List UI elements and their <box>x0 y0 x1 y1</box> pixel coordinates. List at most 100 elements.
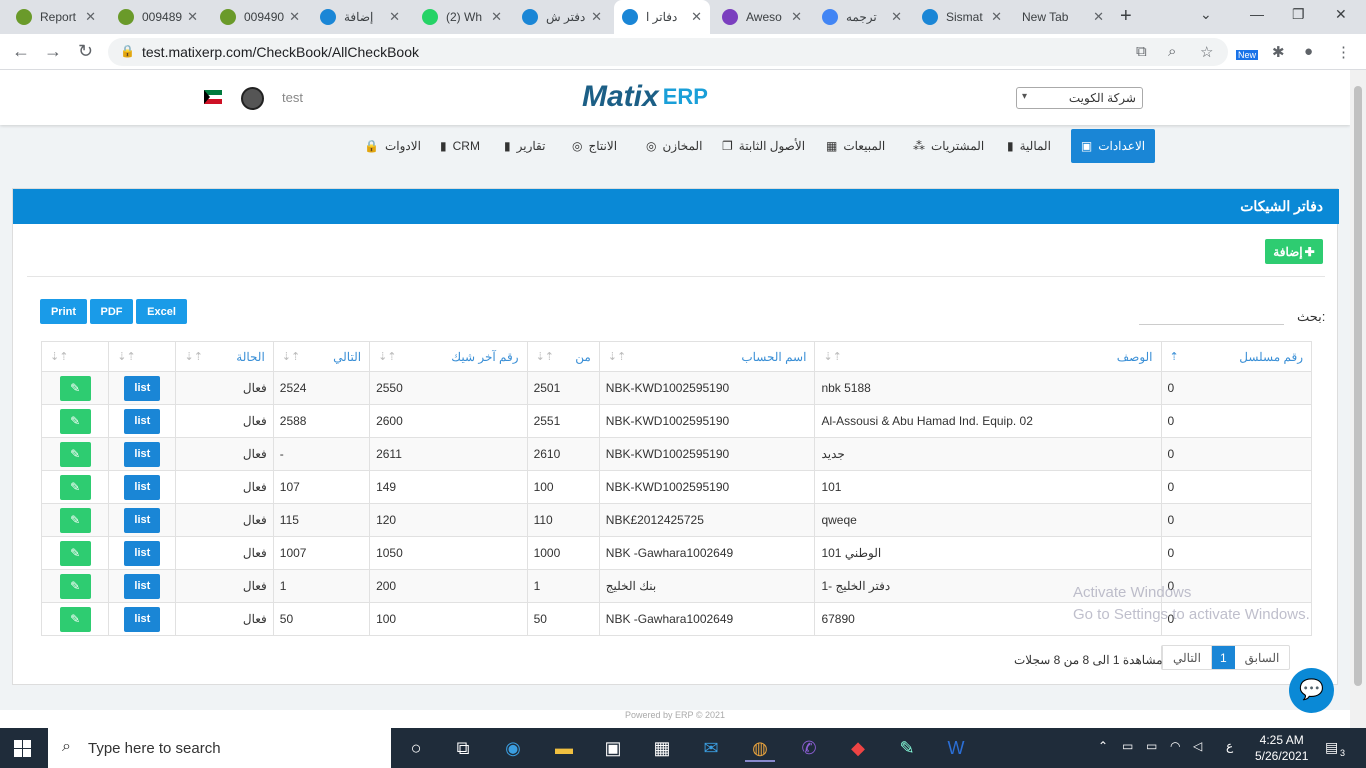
battery-icon[interactable]: ▭ <box>1146 739 1157 753</box>
zoom-icon[interactable]: ⌕ <box>1168 43 1176 60</box>
sort-icon[interactable]: ⇡⇣ <box>282 350 300 363</box>
column-header[interactable]: التالي ⇡⇣ <box>272 341 371 372</box>
column-header[interactable]: رقم مسلسل ⇡ <box>1160 341 1313 372</box>
tab-search-icon[interactable]: ⌄ <box>1200 6 1212 23</box>
avatar[interactable] <box>241 87 264 110</box>
close-window-button[interactable]: ✕ <box>1335 6 1347 23</box>
kuwait-flag-icon[interactable] <box>204 90 222 104</box>
prev-page-button[interactable]: السابق <box>1235 646 1290 669</box>
address-bar[interactable]: 🔒 test.matixerp.com/CheckBook/AllCheckBo… <box>108 38 1228 66</box>
sort-icon[interactable]: ⇡⇣ <box>536 350 554 363</box>
menu-item[interactable]: الأصول الثابتة ❐ <box>712 129 815 163</box>
pencil-icon[interactable]: ✎ <box>59 606 91 632</box>
calculator-icon[interactable]: ▦ <box>647 734 677 762</box>
column-header[interactable]: الوصف ⇡⇣ <box>814 341 1162 372</box>
sort-icon[interactable]: ⇡ <box>1170 350 1179 363</box>
tab-close-icon[interactable]: ✕ <box>389 9 400 25</box>
browser-tab[interactable]: 009489 ✕ <box>110 0 206 34</box>
column-header[interactable]: ⇡⇣ <box>108 341 177 372</box>
sort-icon[interactable]: ⇡⇣ <box>50 350 68 363</box>
tab-close-icon[interactable]: ✕ <box>187 9 198 25</box>
reload-icon[interactable]: ↻ <box>78 41 93 62</box>
search-input[interactable] <box>1139 305 1284 325</box>
next-page-button[interactable]: التالي <box>1162 646 1211 669</box>
browser-tab[interactable]: Report ✕ <box>8 0 104 34</box>
menu-item[interactable]: المخازن ◎ <box>636 129 712 163</box>
browser-tab[interactable]: Aweso ✕ <box>714 0 810 34</box>
maximize-button[interactable]: ❐ <box>1292 6 1305 23</box>
minimize-button[interactable]: — <box>1250 6 1264 22</box>
pencil-icon[interactable]: ✎ <box>59 573 91 599</box>
list-button[interactable]: list <box>124 375 161 401</box>
browser-tab[interactable]: Sismat ✕ <box>914 0 1010 34</box>
tab-close-icon[interactable]: ✕ <box>85 9 96 25</box>
list-button[interactable]: list <box>124 474 161 500</box>
menu-item[interactable]: الاعدادات ▣ <box>1071 129 1155 163</box>
windows-start-icon[interactable] <box>14 740 31 757</box>
browser-tab[interactable]: ترجمه ✕ <box>814 0 910 34</box>
task-view-icon[interactable]: ⧉ <box>448 734 478 762</box>
sort-icon[interactable]: ⇡⇣ <box>823 350 841 363</box>
pencil-icon[interactable]: ✎ <box>59 441 91 467</box>
notification-icon[interactable]: ▤ <box>1325 739 1338 756</box>
edge-icon[interactable]: ◉ <box>498 734 528 762</box>
meet-now-icon[interactable]: ▭ <box>1122 739 1133 753</box>
clock[interactable]: 4:25 AM 5/26/2021 <box>1255 732 1308 764</box>
column-header[interactable]: الحالة ⇡⇣ <box>175 341 274 372</box>
username[interactable]: test <box>282 90 303 105</box>
menu-item[interactable]: المبيعات ▦ <box>816 129 895 163</box>
language-indicator[interactable]: ع <box>1226 739 1233 753</box>
browser-tab[interactable]: دفاتر ا ✕ <box>614 0 710 34</box>
column-header[interactable]: ⇡⇣ <box>40 341 110 372</box>
page-1-button[interactable]: 1 <box>1210 646 1235 669</box>
browser-tab[interactable]: New Tab ✕ <box>1014 0 1112 34</box>
tab-close-icon[interactable]: ✕ <box>891 9 902 25</box>
menu-item[interactable]: CRM ▮ <box>430 129 490 163</box>
add-button[interactable]: إضافة ✚ <box>1265 239 1323 264</box>
taskbar-search[interactable]: ⌕ Type here to search <box>48 728 391 768</box>
chrome-icon[interactable]: ◍ <box>745 734 775 762</box>
browser-tab[interactable]: إضافة ✕ <box>312 0 408 34</box>
excel-button[interactable]: Excel <box>136 299 187 324</box>
pencil-icon[interactable]: ✎ <box>59 408 91 434</box>
tab-close-icon[interactable]: ✕ <box>991 9 1002 25</box>
list-button[interactable]: list <box>124 441 161 467</box>
profile-icon[interactable]: ● <box>1304 43 1313 60</box>
viber-icon[interactable]: ✆ <box>794 734 824 762</box>
scroll-thumb[interactable] <box>1354 86 1362 686</box>
menu-icon[interactable]: ⋮ <box>1336 43 1351 61</box>
menu-item[interactable]: المشتريات ⁂ <box>903 129 994 163</box>
tab-close-icon[interactable]: ✕ <box>289 9 300 25</box>
sort-icon[interactable]: ⇡⇣ <box>608 350 626 363</box>
pencil-icon[interactable]: ✎ <box>59 507 91 533</box>
volume-icon[interactable]: ◁ <box>1193 739 1202 753</box>
browser-tab[interactable]: 009490 ✕ <box>212 0 308 34</box>
new-badge[interactable]: New <box>1236 50 1259 60</box>
paint-icon[interactable]: ✎ <box>892 734 922 762</box>
list-button[interactable]: list <box>124 540 161 566</box>
word-icon[interactable]: W <box>941 734 971 762</box>
sort-icon[interactable]: ⇡⇣ <box>117 350 135 363</box>
menu-item[interactable]: الانتاج ◎ <box>562 129 627 163</box>
list-button[interactable]: list <box>124 573 161 599</box>
mail-icon[interactable]: ✉ <box>696 734 726 762</box>
browser-tab[interactable]: (2) Wh ✕ <box>414 0 510 34</box>
column-header[interactable]: اسم الحساب ⇡⇣ <box>598 341 816 372</box>
company-select[interactable]: شركة الكويت <box>1016 87 1143 109</box>
extensions-icon[interactable]: ✱ <box>1272 43 1285 61</box>
new-tab-button[interactable]: + <box>1120 5 1132 28</box>
translate-icon[interactable]: ⧉ <box>1136 43 1147 60</box>
list-button[interactable]: list <box>124 606 161 632</box>
list-button[interactable]: list <box>124 507 161 533</box>
pencil-icon[interactable]: ✎ <box>59 375 91 401</box>
column-header[interactable]: من ⇡⇣ <box>526 341 600 372</box>
pencil-icon[interactable]: ✎ <box>59 474 91 500</box>
pencil-icon[interactable]: ✎ <box>59 540 91 566</box>
tab-close-icon[interactable]: ✕ <box>1093 9 1104 25</box>
store-icon[interactable]: ▣ <box>598 734 628 762</box>
tab-close-icon[interactable]: ✕ <box>691 9 702 25</box>
bookmark-star-icon[interactable]: ☆ <box>1200 43 1213 61</box>
tab-close-icon[interactable]: ✕ <box>491 9 502 25</box>
back-icon[interactable]: ← <box>12 41 30 62</box>
browser-tab[interactable]: دفتر ش ✕ <box>514 0 610 34</box>
